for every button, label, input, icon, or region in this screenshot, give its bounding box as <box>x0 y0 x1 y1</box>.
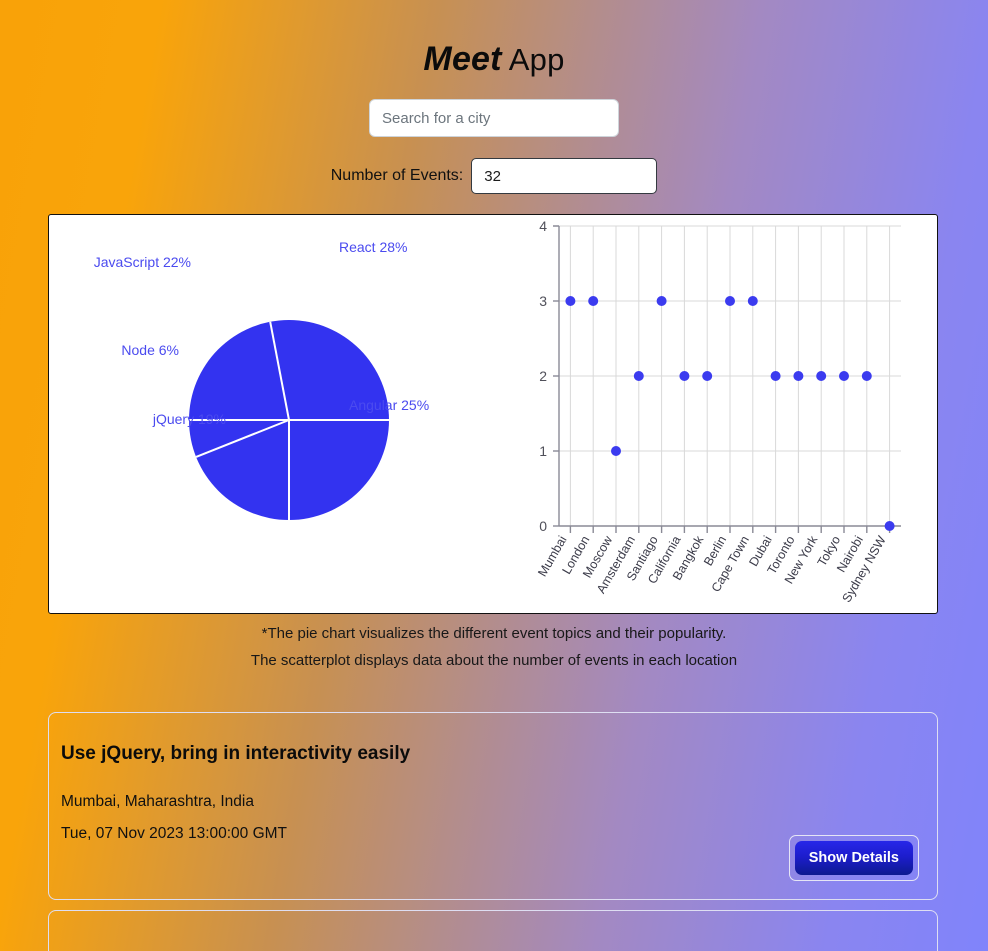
y-tick-label-1: 1 <box>539 443 547 459</box>
y-tick-label-2: 2 <box>539 368 547 384</box>
city-search-input[interactable] <box>369 99 619 137</box>
scatter-point <box>565 296 576 306</box>
scatter-plot: 4 3 2 1 0 Mumbai London Moscow Amsterdam… <box>489 215 937 613</box>
pie-label-javascript: JavaScript 22% <box>94 254 191 270</box>
scatter-point <box>770 371 781 381</box>
charts-panel: React 28% Angular 25% jQuery 19% Node 6%… <box>48 214 938 614</box>
scatter-point <box>747 296 758 306</box>
show-details-wrapper: Show Details <box>788 835 919 881</box>
scatter-plot-svg: 4 3 2 1 0 Mumbai London Moscow Amsterdam… <box>535 218 901 605</box>
y-axis-ticks <box>553 225 559 527</box>
app-title-suffix: App <box>501 42 565 77</box>
number-of-events-input[interactable] <box>471 158 658 194</box>
scatter-point <box>679 371 690 381</box>
event-title: Use jQuery, bring in interactivity easil… <box>61 743 411 764</box>
scatter-point <box>588 296 599 306</box>
number-of-events-row: Number of Events: <box>0 158 988 194</box>
scatter-gridlines <box>559 225 901 527</box>
y-tick-label-0: 0 <box>539 518 547 534</box>
scatter-point <box>633 371 644 381</box>
scatter-point <box>656 296 667 306</box>
y-tick-label-4: 4 <box>539 218 547 234</box>
city-search-row <box>0 99 988 137</box>
charts-inner: React 28% Angular 25% jQuery 19% Node 6%… <box>49 215 937 613</box>
y-tick-label-3: 3 <box>539 293 547 309</box>
app-brand: Meet <box>423 40 502 78</box>
page-title: Meet App <box>0 0 988 79</box>
show-details-button[interactable]: Show Details <box>794 841 913 875</box>
y-tick-labels: 4 3 2 1 0 <box>539 218 547 534</box>
scatter-point <box>861 371 872 381</box>
pie-label-angular: Angular 25% <box>349 397 429 413</box>
scatter-point <box>725 296 735 306</box>
caption-line-1: *The pie chart visualizes the different … <box>261 625 727 642</box>
pie-chart: React 28% Angular 25% jQuery 19% Node 6%… <box>49 215 499 613</box>
scatter-point <box>816 371 827 381</box>
scatter-point <box>702 371 713 381</box>
scatter-point <box>611 446 621 456</box>
pie-chart-svg: React 28% Angular 25% jQuery 19% Node 6%… <box>94 239 429 520</box>
scatter-point <box>884 521 895 531</box>
pie-label-react: React 28% <box>339 239 407 255</box>
event-location: Mumbai, Maharashtra, India <box>61 793 254 810</box>
event-list: Use jQuery, bring in interactivity easil… <box>48 712 938 951</box>
pie-label-node: Node 6% <box>121 342 179 358</box>
scatter-point <box>839 371 849 381</box>
scatter-point <box>793 371 804 381</box>
event-card[interactable] <box>48 910 938 951</box>
number-of-events-label: Number of Events: <box>330 167 464 184</box>
app-root: Meet App Number of Events: <box>0 0 988 951</box>
scatter-axes <box>553 225 901 533</box>
event-card[interactable]: Use jQuery, bring in interactivity easil… <box>48 712 938 900</box>
x-category-labels: Mumbai London Moscow Amsterdam Santiago … <box>535 533 889 605</box>
x-axis-ticks <box>569 526 891 533</box>
charts-caption: *The pie chart visualizes the different … <box>0 620 988 674</box>
pie-label-jquery: jQuery 19% <box>152 411 226 427</box>
caption-line-2: The scatterplot displays data about the … <box>250 652 738 669</box>
